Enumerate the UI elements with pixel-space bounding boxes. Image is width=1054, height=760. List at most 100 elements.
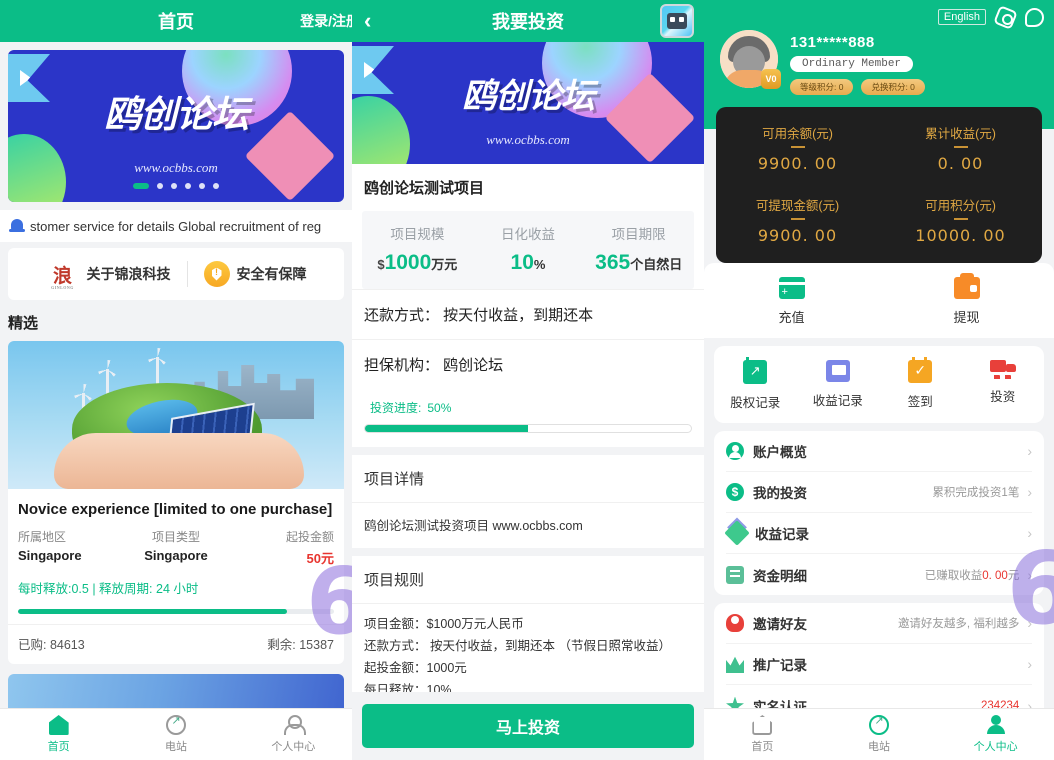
- profile-tabbar: 首页 电站 个人中心: [704, 708, 1054, 760]
- earnings-book-icon: [825, 360, 850, 382]
- equity-chart-icon: [743, 357, 768, 384]
- crown-icon: [726, 656, 744, 673]
- stat-daily-rate: 日化收益 10%: [473, 223, 584, 275]
- detail-header: ‹ 我要投资: [352, 0, 704, 42]
- earnings-record-label: 收益记录: [812, 394, 863, 408]
- invite-icon: [726, 614, 744, 632]
- detail-scroll-area: 鸥创论坛 www.ocbbs.com 鸥创论坛测试项目 项目规模 $1000万元…: [352, 42, 704, 760]
- service-robot-icon[interactable]: [660, 4, 694, 38]
- tab-power-station[interactable]: 电站: [117, 709, 234, 760]
- vip-level-badge: V0: [761, 69, 781, 89]
- tab-home[interactable]: 首页: [0, 709, 117, 760]
- invest-now-button[interactable]: 马上投资: [362, 704, 694, 748]
- stat-daily-value: 10: [510, 251, 534, 274]
- equity-record-button[interactable]: 股权记录: [714, 357, 797, 411]
- profile-panel: English V0 131*****888 Ordinary Member 等…: [704, 0, 1054, 760]
- tab-profile[interactable]: 个人中心: [235, 709, 352, 760]
- banner-dots[interactable]: [8, 176, 344, 194]
- list-item-invite-friends[interactable]: 邀请好友 邀请好友越多, 福利越多 ›: [726, 603, 1032, 644]
- min-amount-value: 50元: [306, 551, 334, 566]
- chevron-right-icon: ›: [1027, 484, 1032, 500]
- investment-detail-panel: ‹ 我要投资 鸥创论坛 www.ocbbs.com 鸥创论坛测试项目 项目规模 …: [352, 0, 704, 760]
- list-item-earnings-record[interactable]: 收益记录 ›: [724, 513, 1032, 554]
- power-station-icon: [165, 714, 186, 735]
- invest-button[interactable]: 投资: [962, 360, 1045, 411]
- region-label: 所属地区: [18, 530, 67, 544]
- account-list: 账户概览 › $ 我的投资 累积完成投资1笔 › 收益记录 › 资金明细 已赚取…: [714, 431, 1044, 595]
- total-earnings-value: 0. 00: [937, 154, 984, 173]
- remaining-count: 剩余: 15387: [267, 638, 334, 652]
- repayment-method: 还款方式： 按天付收益，到期还本: [352, 289, 704, 339]
- project-name: 鸥创论坛测试项目: [364, 180, 485, 197]
- tab-power-station-label: 电站: [868, 741, 890, 753]
- tab-power-station[interactable]: 电站: [821, 709, 938, 760]
- tab-profile[interactable]: 个人中心: [937, 709, 1054, 760]
- partner-security[interactable]: 安全有保障: [203, 261, 307, 287]
- feature-grid: 股权记录 收益记录 签到 投资: [714, 346, 1044, 423]
- partner-bar: 浪GINLONG 关于锦浪科技 安全有保障: [8, 248, 344, 300]
- chat-icon[interactable]: [1025, 4, 1044, 27]
- chevron-right-icon: ›: [1027, 656, 1032, 672]
- tab-home-label: 首页: [47, 741, 70, 753]
- banner-dot[interactable]: [185, 183, 191, 189]
- balance-row-1: 可用余额(元) 9900. 00 累计收益(元) 0. 00: [716, 123, 1042, 173]
- partner-jinlang-label: 关于锦浪科技: [86, 266, 171, 282]
- banner-dot[interactable]: [157, 183, 163, 189]
- notice-bar[interactable]: stomer service for details Global recrui…: [0, 210, 352, 242]
- withdraw-button[interactable]: 提现: [879, 273, 1054, 326]
- login-register-link[interactable]: 登录/注册: [300, 11, 352, 31]
- gear-icon[interactable]: [996, 8, 1015, 27]
- banner-dot[interactable]: [199, 183, 205, 189]
- banner-dot[interactable]: [133, 183, 149, 189]
- tab-home[interactable]: 首页: [704, 709, 821, 760]
- project-summary-block: 鸥创论坛测试项目 项目规模 $1000万元 日化收益 10% 项目期限 365个…: [352, 164, 704, 447]
- partner-jinlang[interactable]: 浪 GINLONG 关于锦浪科技: [46, 259, 171, 291]
- list-item-promotion-record[interactable]: 推广记录 ›: [726, 644, 1032, 685]
- withdrawable-amount: 可提现金额(元) 9900. 00: [716, 195, 879, 245]
- stat-term-value: 365: [595, 251, 631, 274]
- home-banner-carousel[interactable]: 鸥创论坛 www.ocbbs.com: [8, 50, 344, 202]
- banner-url: www.ocbbs.com: [134, 160, 218, 175]
- featured-section-title: 精选: [8, 315, 39, 332]
- type-label: 项目类型: [151, 530, 200, 544]
- fund-details-label: 资金明细: [753, 568, 807, 584]
- my-investment-label: 我的投资: [753, 486, 807, 501]
- available-points-value: 10000. 00: [915, 226, 1006, 245]
- checkin-button[interactable]: 签到: [879, 357, 962, 411]
- back-button[interactable]: ‹: [364, 10, 371, 32]
- tab-home-label: 首页: [751, 741, 774, 753]
- earnings-record-button[interactable]: 收益记录: [797, 360, 880, 411]
- list-item-account-overview[interactable]: 账户概览 ›: [726, 431, 1032, 472]
- dollar-icon: $: [726, 483, 744, 501]
- detail-section-body: 鸥创论坛测试投资项目 www.ocbbs.com: [352, 502, 704, 548]
- checkin-calendar-icon: [908, 357, 933, 383]
- language-button[interactable]: English: [937, 9, 986, 25]
- available-points-label: 可用积分(元): [925, 199, 996, 213]
- guarantor: 担保机构： 鸥创论坛: [352, 339, 704, 389]
- project-stats: 项目规模 $1000万元 日化收益 10% 项目期限 365个自然日: [362, 211, 694, 289]
- available-balance-label: 可用余额(元): [762, 127, 833, 141]
- list-item-my-investment[interactable]: $ 我的投资 累积完成投资1笔 ›: [726, 472, 1032, 513]
- product-image: [8, 341, 344, 489]
- stat-daily-label: 日化收益: [501, 227, 555, 242]
- product-progress: [8, 601, 344, 624]
- user-info: 131*****888 Ordinary Member 等级积分: 0 兑换积分…: [790, 30, 925, 95]
- bell-icon: [8, 217, 26, 235]
- chevron-right-icon: ›: [1027, 443, 1032, 459]
- stat-term-unit: 个自然日: [630, 257, 683, 272]
- stat-term: 项目期限 365个自然日: [583, 223, 694, 275]
- product-card[interactable]: Novice experience [limited to one purcha…: [8, 341, 344, 664]
- checkin-label: 签到: [907, 395, 933, 409]
- stat-scale: 项目规模 $1000万元: [362, 223, 473, 275]
- jinlang-logo: 浪 GINLONG: [51, 265, 74, 291]
- banner-dot[interactable]: [171, 183, 177, 189]
- banner-dot[interactable]: [213, 183, 219, 189]
- profile-toolbar: English: [714, 4, 1044, 28]
- product-title: Novice experience [limited to one purcha…: [18, 501, 333, 518]
- withdrawable-value: 9900. 00: [757, 226, 838, 245]
- list-item-fund-details[interactable]: 资金明细 已赚取收益0. 00元 ›: [726, 554, 1032, 595]
- recharge-button[interactable]: 充值: [704, 277, 879, 326]
- avatar[interactable]: V0: [720, 30, 781, 89]
- chevron-right-icon: ›: [1027, 615, 1032, 631]
- home-icon: [48, 715, 69, 735]
